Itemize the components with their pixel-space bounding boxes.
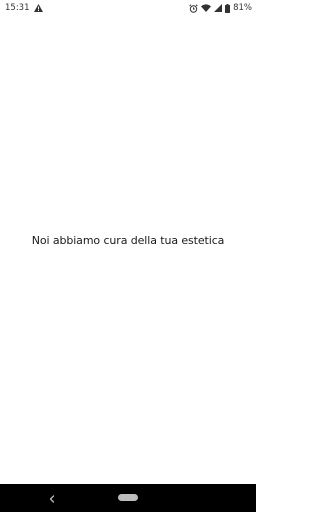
alarm-icon [189,3,198,13]
status-bar: 15:31 81% [0,0,256,16]
status-left: 15:31 [5,3,43,13]
tagline-text: Noi abbiamo cura della tua estetica [31,234,225,247]
back-icon[interactable] [46,491,58,505]
main-content: Noi abbiamo cura della tua estetica [0,16,256,484]
battery-percent: 81% [233,3,252,13]
home-pill-icon[interactable] [118,494,138,501]
signal-icon [214,4,223,12]
app-screen: 15:31 81% Noi abbiamo cura della tua est… [0,0,256,512]
wifi-icon [201,4,212,12]
status-time: 15:31 [5,3,30,13]
status-right: 81% [189,3,252,13]
battery-icon [225,3,231,13]
navigation-bar [0,484,256,512]
alert-triangle-icon [33,4,43,12]
